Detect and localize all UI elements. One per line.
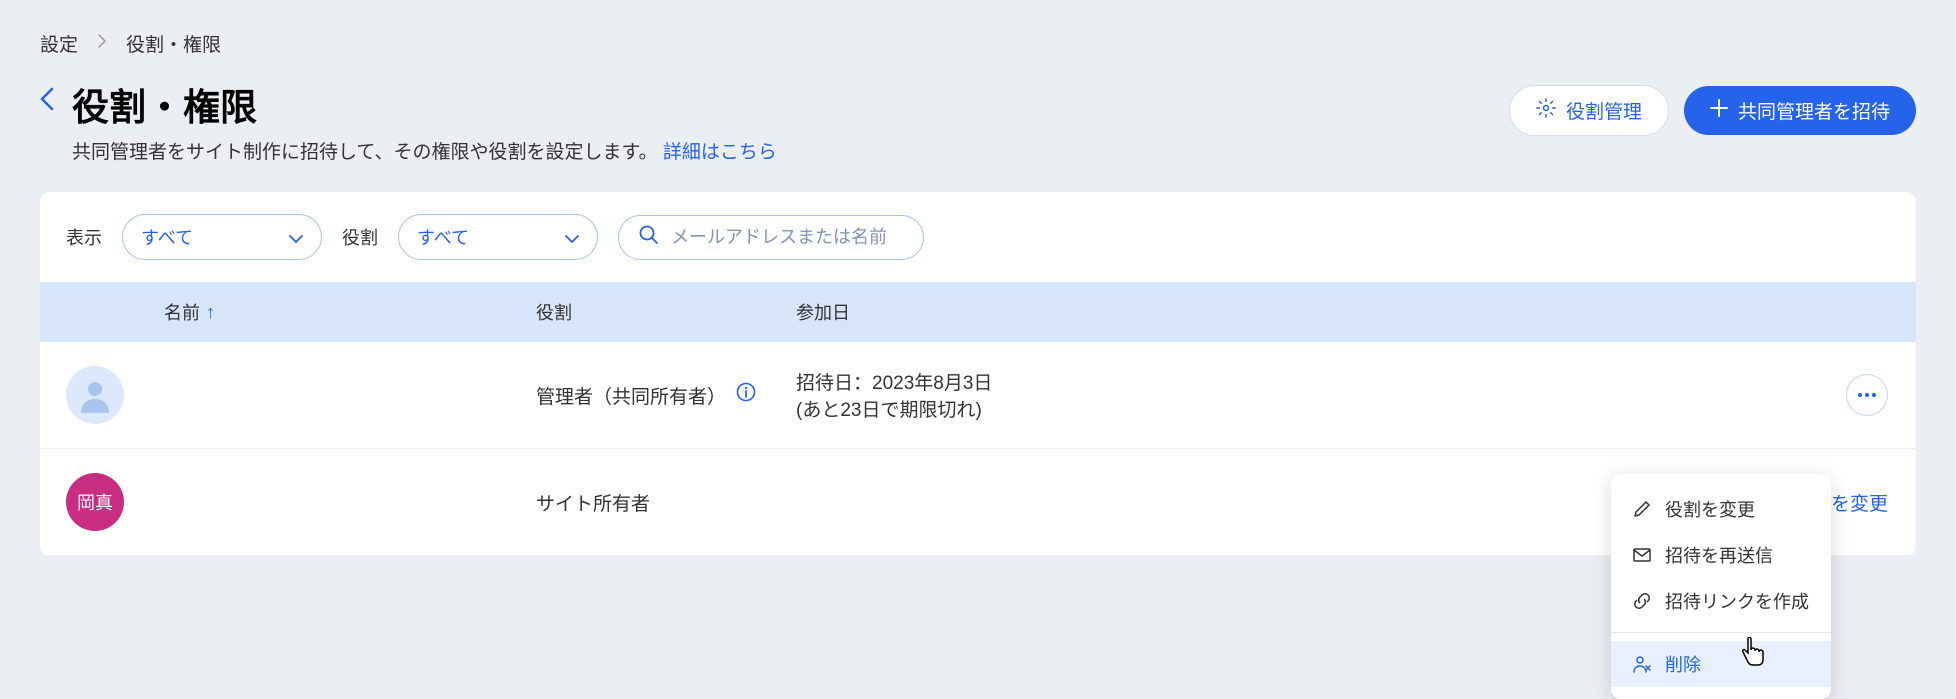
search-icon <box>639 225 659 250</box>
breadcrumb: 設定 役割・権限 <box>40 30 1916 57</box>
display-filter-select[interactable]: すべて <box>122 214 322 260</box>
plus-icon <box>1710 99 1728 123</box>
avatar: 岡真 <box>66 473 124 531</box>
header-row: 役割・権限 共同管理者をサイト制作に招待して、その権限や役割を設定します。 詳細… <box>40 77 1916 164</box>
page-subtitle: 共同管理者をサイト制作に招待して、その権限や役割を設定します。 詳細はこちら <box>72 137 777 164</box>
sort-ascending-icon: ↑ <box>206 302 215 323</box>
cursor-icon <box>1740 637 1766 674</box>
invite-button[interactable]: 共同管理者を招待 <box>1684 86 1916 135</box>
table-header: 名前 ↑ 役割 参加日 <box>40 282 1916 342</box>
breadcrumb-settings[interactable]: 設定 <box>40 30 78 57</box>
table-row: 管理者（共同所有者） 招待日：2023年8月3日 (あと23日で期限切れ) <box>40 342 1916 449</box>
chevron-down-icon <box>289 227 303 248</box>
context-menu: 役割を変更 招待を再送信 招待リンクを作成 削除 <box>1611 474 1831 699</box>
page-title: 役割・権限 <box>72 77 777 131</box>
title-group: 役割・権限 共同管理者をサイト制作に招待して、その権限や役割を設定します。 詳細… <box>40 77 777 164</box>
filters-row: 表示 すべて 役割 すべて <box>40 192 1916 282</box>
chevron-right-icon <box>98 34 106 53</box>
more-button[interactable] <box>1846 374 1888 416</box>
role-filter-select[interactable]: すべて <box>398 214 598 260</box>
search-box[interactable] <box>618 215 924 260</box>
link-icon <box>1633 592 1651 610</box>
display-filter-label: 表示 <box>66 224 102 250</box>
menu-resend-invite[interactable]: 招待を再送信 <box>1611 532 1831 578</box>
main-panel: 表示 すべて 役割 すべて 名前 ↑ 役割 参加日 <box>40 192 1916 556</box>
info-icon[interactable] <box>736 382 756 408</box>
search-input[interactable] <box>671 227 903 248</box>
delete-user-icon <box>1633 655 1651 673</box>
avatar <box>66 366 124 424</box>
menu-delete[interactable]: 削除 <box>1611 641 1831 687</box>
menu-divider <box>1611 632 1831 633</box>
gear-icon <box>1536 98 1556 124</box>
breadcrumb-roles[interactable]: 役割・権限 <box>126 30 221 57</box>
manage-roles-button[interactable]: 役割管理 <box>1509 85 1669 136</box>
role-filter-label: 役割 <box>342 224 378 250</box>
back-arrow-icon[interactable] <box>40 87 54 118</box>
column-role[interactable]: 役割 <box>536 299 796 325</box>
pencil-icon <box>1633 500 1651 518</box>
chevron-down-icon <box>565 227 579 248</box>
mail-icon <box>1633 546 1651 564</box>
menu-change-role[interactable]: 役割を変更 <box>1611 486 1831 532</box>
row-role: サイト所有者 <box>536 489 796 516</box>
column-date[interactable]: 参加日 <box>796 299 1890 325</box>
details-link[interactable]: 詳細はこちら <box>663 142 777 163</box>
row-role: 管理者（共同所有者） <box>536 382 796 409</box>
column-name[interactable]: 名前 ↑ <box>66 299 536 325</box>
row-date: 招待日：2023年8月3日 (あと23日で期限切れ) <box>796 368 1890 422</box>
header-buttons: 役割管理 共同管理者を招待 <box>1509 85 1916 136</box>
menu-create-link[interactable]: 招待リンクを作成 <box>1611 578 1831 624</box>
